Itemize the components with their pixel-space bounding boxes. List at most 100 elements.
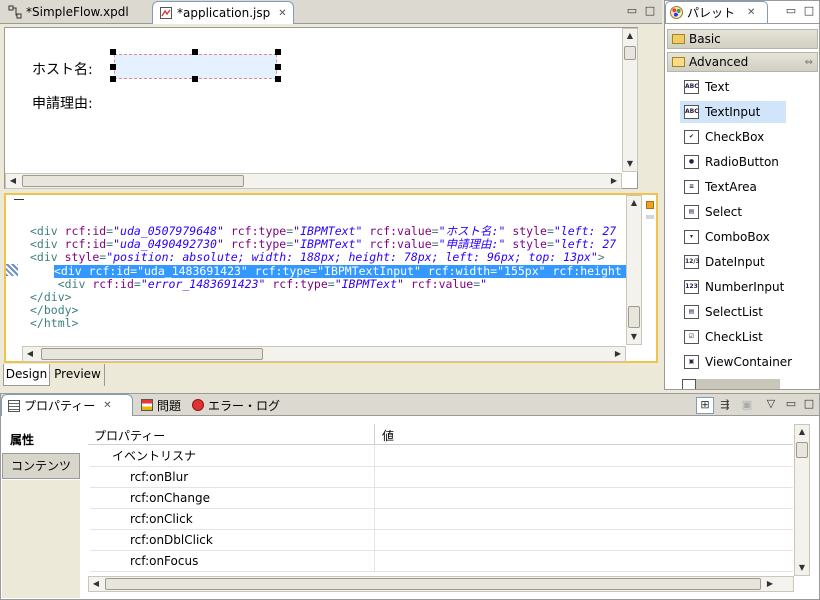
- palette-group-basic[interactable]: Basic: [667, 29, 818, 49]
- palette-more-item[interactable]: [682, 379, 780, 389]
- table-row[interactable]: rcf:onClick: [90, 509, 793, 530]
- table-row[interactable]: rcf:onFocus: [90, 551, 793, 572]
- selection-handle[interactable]: [110, 49, 116, 55]
- column-header-property[interactable]: プロパティー: [94, 427, 165, 444]
- minimize-icon[interactable]: ▭: [625, 4, 639, 18]
- selection-handle[interactable]: [192, 76, 198, 82]
- scroll-left-icon[interactable]: ◀: [23, 347, 37, 361]
- tab-design[interactable]: Design: [3, 364, 50, 386]
- palette-item-textarea[interactable]: ≡ TextArea: [680, 176, 761, 198]
- minimize-icon[interactable]: ▭: [784, 397, 798, 411]
- selection-handle[interactable]: [110, 64, 116, 70]
- property-value-cell[interactable]: [380, 530, 790, 550]
- tab-problems[interactable]: 問題: [135, 394, 187, 416]
- palette-item-text[interactable]: ABC Text: [680, 76, 733, 98]
- palette-item-viewcontainer[interactable]: ▣ ViewContainer: [680, 351, 796, 373]
- scroll-thumb[interactable]: [624, 46, 636, 60]
- table-row[interactable]: rcf:onChange: [90, 488, 793, 509]
- scroll-down-icon[interactable]: ▼: [795, 561, 809, 575]
- restore-default-icon[interactable]: ▣: [740, 398, 754, 412]
- scroll-thumb[interactable]: [105, 578, 761, 590]
- maximize-icon[interactable]: □: [802, 4, 816, 18]
- side-tab-attributes[interactable]: 属性: [2, 428, 80, 452]
- palette-item-checkbox[interactable]: ✔ CheckBox: [680, 126, 768, 148]
- tab-application-jsp[interactable]: *application.jsp ✕: [152, 1, 294, 24]
- overview-marker: [646, 215, 654, 219]
- side-tab-contents[interactable]: コンテンツ: [2, 453, 80, 479]
- scroll-up-icon[interactable]: ▲: [795, 425, 809, 439]
- scroll-right-icon[interactable]: ▶: [763, 577, 777, 591]
- table-row[interactable]: イベントリスナ: [90, 446, 793, 467]
- property-value-cell[interactable]: [380, 509, 790, 529]
- tab-simpleflow[interactable]: *SimpleFlow.xpdl: [2, 1, 135, 23]
- palette-item-textinput[interactable]: ABC TextInput: [680, 101, 786, 123]
- scroll-up-icon[interactable]: ▲: [623, 29, 637, 43]
- scroll-left-icon[interactable]: ◀: [89, 577, 103, 591]
- palette-item-checklist[interactable]: ☑ CheckList: [680, 326, 767, 348]
- close-icon[interactable]: ✕: [278, 8, 286, 19]
- column-header-value[interactable]: 値: [382, 427, 394, 444]
- design-vertical-scrollbar[interactable]: ▲ ▼: [622, 28, 638, 172]
- palette-item-combobox[interactable]: ▾ ComboBox: [680, 226, 774, 248]
- scroll-right-icon[interactable]: ▶: [607, 174, 621, 188]
- source-horizontal-scrollbar[interactable]: ◀ ▶: [22, 346, 626, 362]
- tab-properties[interactable]: プロパティー ✕: [1, 394, 133, 416]
- selection-handle[interactable]: [275, 49, 281, 55]
- maximize-icon[interactable]: □: [802, 397, 816, 411]
- palette-item-numberinput[interactable]: 123 NumberInput: [680, 276, 788, 298]
- maximize-icon[interactable]: □: [643, 4, 657, 18]
- table-vertical-scrollbar[interactable]: ▲ ▼: [794, 424, 810, 576]
- palette-item-selectlist[interactable]: ▤ SelectList: [680, 301, 767, 323]
- tab-preview[interactable]: Preview: [51, 364, 105, 386]
- property-value-cell[interactable]: [380, 446, 790, 466]
- palette-item-radiobutton[interactable]: ● RadioButton: [680, 151, 783, 173]
- palette-item-label: RadioButton: [705, 155, 779, 169]
- code-token: style: [64, 250, 100, 265]
- scroll-thumb[interactable]: [628, 306, 640, 328]
- table-horizontal-scrollbar[interactable]: ◀ ▶: [88, 576, 794, 592]
- selection-handle[interactable]: [192, 49, 198, 55]
- code-line[interactable]: <div rcf:id="error_1483691423" rcf:type=…: [30, 277, 487, 291]
- property-value-cell[interactable]: [380, 488, 790, 508]
- source-vertical-scrollbar[interactable]: ▲ ▼: [626, 195, 642, 345]
- scroll-thumb[interactable]: [796, 442, 808, 458]
- palette-item-label: DateInput: [705, 255, 765, 269]
- code-token: "position: absolute; width: 188px; heigh…: [106, 250, 598, 265]
- table-row[interactable]: rcf:onDblClick: [90, 530, 793, 551]
- scroll-down-icon[interactable]: ▼: [627, 330, 641, 344]
- table-row[interactable]: rcf:onBlur: [90, 467, 793, 488]
- scroll-up-icon[interactable]: ▲: [627, 196, 641, 210]
- scroll-thumb[interactable]: [41, 348, 263, 360]
- design-canvas[interactable]: ホスト名: 申請理由:: [4, 27, 638, 189]
- scroll-left-icon[interactable]: ◀: [6, 174, 20, 188]
- code-token: </html>: [30, 316, 79, 331]
- palette-item-select[interactable]: ▤ Select: [680, 201, 746, 223]
- code-line[interactable]: </html>: [30, 317, 78, 330]
- selection-handle[interactable]: [110, 76, 116, 82]
- show-advanced-icon[interactable]: ⇶: [718, 398, 732, 412]
- tab-error-log[interactable]: エラー・ログ: [186, 394, 286, 416]
- view-menu-icon[interactable]: ▽: [764, 397, 778, 411]
- property-name-cell: rcf:onDblClick: [90, 530, 375, 551]
- close-icon[interactable]: ✕: [103, 400, 111, 411]
- scroll-right-icon[interactable]: ▶: [611, 347, 625, 361]
- pin-icon[interactable]: ⇔: [805, 57, 813, 68]
- code-token: </div>: [30, 290, 72, 304]
- selection-handle[interactable]: [275, 76, 281, 82]
- scroll-down-icon[interactable]: ▼: [623, 157, 637, 171]
- palette-header: パレット ✕: [665, 1, 768, 23]
- property-value-cell[interactable]: [380, 467, 790, 487]
- code-token: <div: [30, 250, 65, 265]
- minimize-icon[interactable]: ▭: [784, 4, 798, 18]
- property-value-cell[interactable]: [380, 551, 790, 571]
- show-categories-icon[interactable]: ⊞: [696, 397, 714, 414]
- close-icon[interactable]: ✕: [747, 7, 755, 18]
- tab-design-label: Design: [5, 367, 48, 381]
- design-horizontal-scrollbar[interactable]: ◀ ▶: [5, 173, 622, 189]
- selection-handle[interactable]: [275, 64, 281, 70]
- palette-group-advanced[interactable]: Advanced ⇔: [667, 52, 818, 72]
- palette-item-dateinput[interactable]: 12/3 DateInput: [680, 251, 769, 273]
- source-editor[interactable]: <div rcf:id="uda_0507979648" rcf:type="I…: [4, 193, 658, 363]
- scroll-thumb[interactable]: [22, 175, 244, 187]
